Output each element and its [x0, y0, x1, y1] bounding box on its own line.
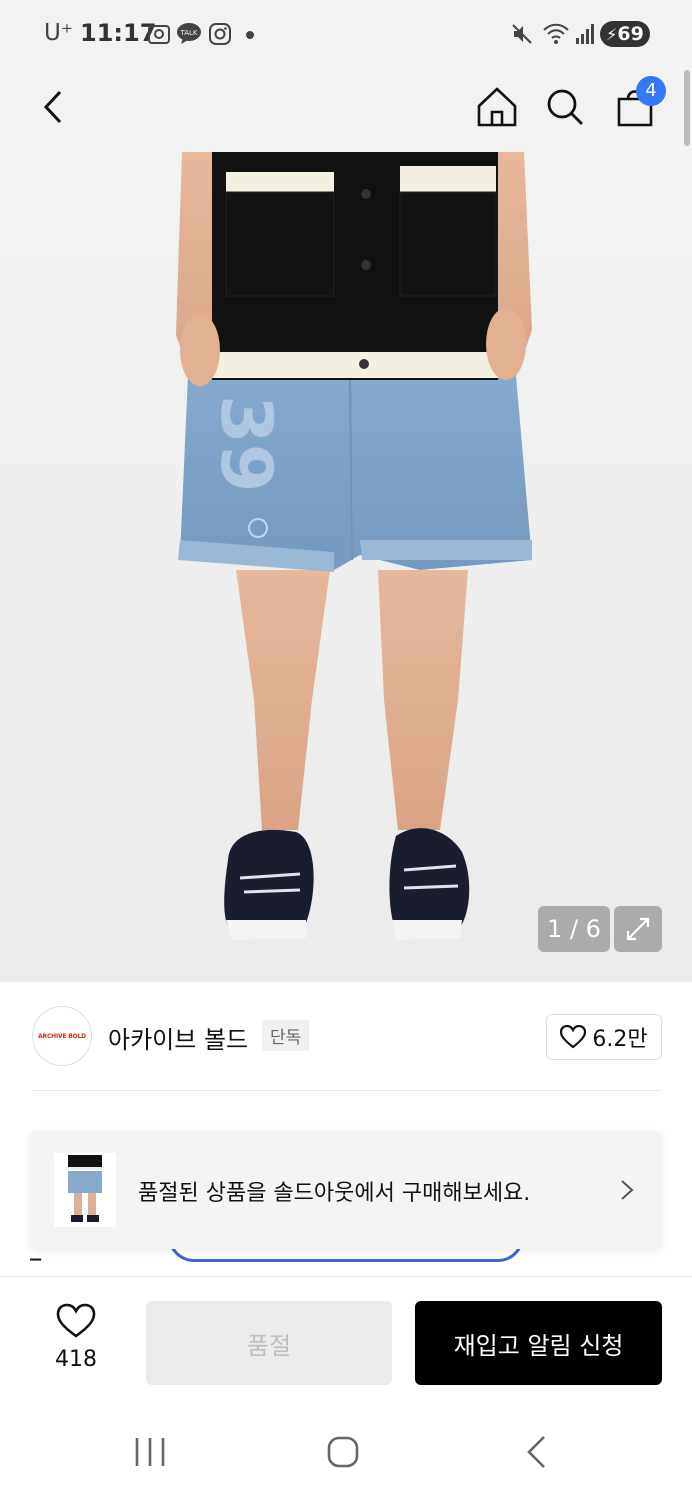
mute-icon	[512, 24, 532, 44]
soldout-promo-banner[interactable]: 품절된 상품을 솔드아웃에서 구매해보세요.	[30, 1131, 662, 1249]
cart-count-badge: 4	[636, 76, 666, 106]
top-navigation: 4	[0, 66, 692, 152]
search-icon	[547, 89, 583, 125]
print-graphic: 39	[205, 395, 287, 492]
image-counter: 1 / 6	[538, 906, 610, 952]
dot-icon	[246, 31, 254, 39]
brand-logo[interactable]: ARCHIVE BOLD	[32, 1006, 92, 1066]
chevron-right-icon	[621, 1180, 634, 1200]
svg-text:TALK: TALK	[179, 29, 197, 37]
search-button[interactable]	[536, 78, 594, 136]
banner-message: 품절된 상품을 솔드아웃에서 구매해보세요.	[138, 1181, 531, 1206]
soldout-button: 품절	[146, 1301, 392, 1385]
status-bar: U⁺ 11:17 TALK ⚡69	[0, 0, 692, 66]
exclusive-badge: 단독	[262, 1020, 310, 1051]
cart-button[interactable]: 4	[606, 76, 666, 136]
brand-row: ARCHIVE BOLD 아카이브 볼드 단독 6.2만	[32, 1004, 662, 1070]
back-arrow-icon	[43, 90, 62, 124]
expand-icon	[626, 917, 650, 941]
restock-alert-button[interactable]: 재입고 알림 신청	[415, 1301, 662, 1385]
home-button[interactable]	[468, 78, 526, 136]
brand-name[interactable]: 아카이브 볼드	[108, 1020, 248, 1055]
product-thumbnail	[54, 1153, 116, 1227]
scrollbar[interactable]	[684, 70, 690, 146]
divider	[32, 1090, 662, 1091]
brand-like-button[interactable]: 6.2만	[546, 1014, 662, 1060]
instagram-icon	[209, 23, 231, 45]
brand-like-count: 6.2만	[592, 1027, 648, 1052]
system-navigation-bar	[0, 1408, 692, 1500]
signal-icon	[576, 24, 594, 44]
clock: 11:17	[80, 19, 157, 47]
heart-icon	[56, 1303, 96, 1338]
wishlist-button[interactable]: 418	[40, 1303, 112, 1372]
kakaotalk-icon: TALK	[177, 23, 201, 44]
brand-logo-text: ARCHIVE BOLD	[38, 1032, 86, 1040]
battery-icon: ⚡69	[600, 21, 650, 47]
screenshot-icon	[148, 25, 170, 44]
battery-level: 69	[617, 23, 644, 45]
heart-icon	[560, 1025, 587, 1049]
back-button[interactable]	[26, 78, 84, 136]
recent-apps-icon[interactable]	[134, 1434, 166, 1470]
home-nav-icon[interactable]	[326, 1434, 360, 1470]
carrier-label: U⁺	[44, 20, 73, 46]
wishlist-count: 418	[55, 1347, 97, 1372]
bottom-action-bar: 418 품절 재입고 알림 신청	[0, 1276, 692, 1408]
wifi-icon	[543, 23, 569, 44]
back-nav-icon[interactable]	[524, 1434, 548, 1470]
expand-image-button[interactable]	[614, 906, 662, 952]
home-icon	[477, 87, 517, 127]
